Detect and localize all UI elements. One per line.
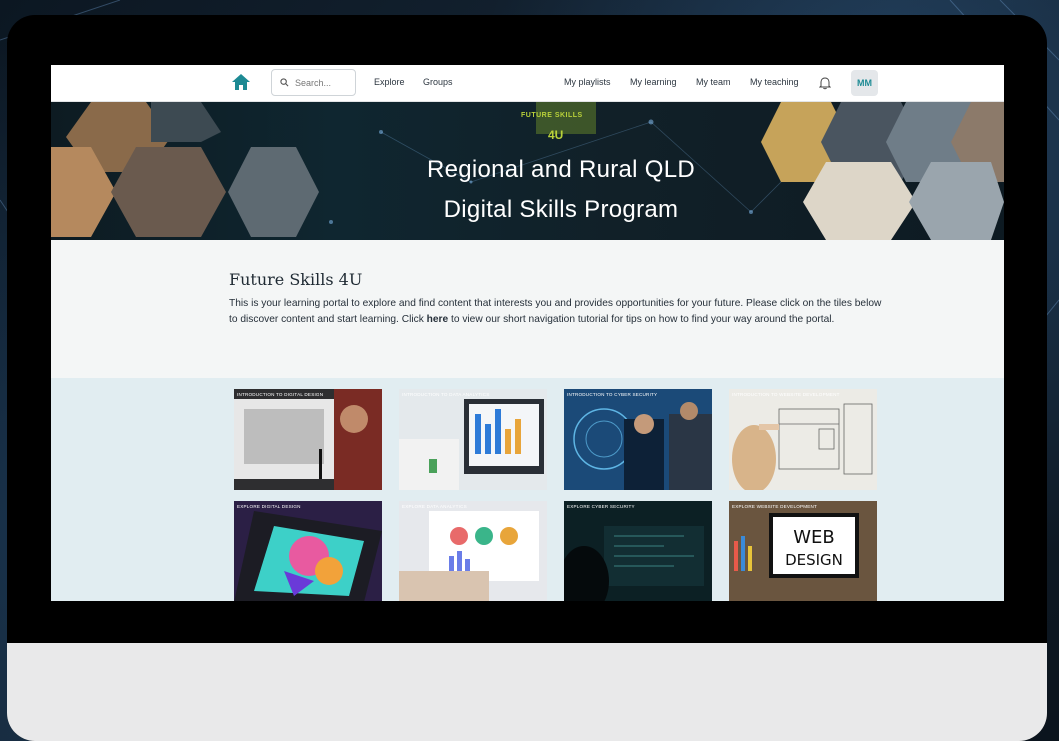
tile-label: EXPLORE WEBSITE DEVELOPMENT bbox=[732, 504, 818, 509]
tile-label: EXPLORE DIGITAL DESIGN bbox=[237, 504, 301, 509]
data-analytics-image bbox=[399, 389, 547, 490]
search-icon bbox=[280, 74, 289, 92]
intro-paragraph: This is your learning portal to explore … bbox=[229, 296, 889, 328]
explore-digital-design-image bbox=[234, 501, 382, 601]
intro-text-after: to view our short navigation tutorial fo… bbox=[448, 314, 835, 325]
tile-label: INTRODUCTION TO DATA ANALYTICS bbox=[402, 392, 490, 397]
tile-explore-digital-design[interactable]: EXPLORE DIGITAL DESIGN bbox=[234, 501, 382, 601]
intro-section: Future Skills 4U This is your learning p… bbox=[51, 240, 1004, 378]
tile-explore-data-analytics[interactable]: EXPLORE DATA ANALYTICS bbox=[399, 501, 547, 601]
program-banner: FUTURE SKILLS 4U Regional and Rural QLD … bbox=[51, 102, 1004, 240]
laptop-frame: Explore Groups My playlists My learning … bbox=[7, 15, 1047, 741]
explore-cyber-security-image bbox=[564, 501, 712, 601]
top-navigation-bar: Explore Groups My playlists My learning … bbox=[51, 65, 1004, 102]
search-box[interactable] bbox=[271, 69, 356, 96]
nav-link-my-playlists[interactable]: My playlists bbox=[564, 77, 611, 87]
future-skills-logo-text: FUTURE SKILLS bbox=[521, 112, 583, 119]
search-input[interactable] bbox=[295, 77, 351, 88]
nav-link-groups[interactable]: Groups bbox=[423, 77, 453, 87]
course-tiles-grid: INTRODUCTION TO DIGITAL DESIGN INTRODUCT… bbox=[51, 378, 1004, 601]
tile-label: EXPLORE CYBER SECURITY bbox=[567, 504, 635, 509]
portal-screen: Explore Groups My playlists My learning … bbox=[51, 65, 1004, 601]
tile-intro-cyber-security[interactable]: INTRODUCTION TO CYBER SECURITY bbox=[564, 389, 712, 490]
tile-intro-digital-design[interactable]: INTRODUCTION TO DIGITAL DESIGN bbox=[234, 389, 382, 490]
future-skills-logo-4u: 4U bbox=[548, 128, 564, 142]
banner-title-line-1: Regional and Rural QLD bbox=[426, 156, 696, 183]
cyber-security-image bbox=[564, 389, 712, 490]
nav-link-explore[interactable]: Explore bbox=[374, 77, 405, 87]
tile-label: EXPLORE DATA ANALYTICS bbox=[402, 504, 467, 509]
tile-label: INTRODUCTION TO WEBSITE DEVELOPMENT bbox=[732, 392, 840, 397]
nav-link-my-teaching[interactable]: My teaching bbox=[750, 77, 799, 87]
notification-bell-icon[interactable] bbox=[818, 76, 832, 90]
tile-explore-website-development[interactable]: WEB DESIGN EXPLORE WEBSITE DEVELOPMENT bbox=[729, 501, 877, 601]
user-avatar[interactable]: MM bbox=[851, 70, 878, 96]
tile-intro-data-analytics[interactable]: INTRODUCTION TO DATA ANALYTICS bbox=[399, 389, 547, 490]
tile-label: INTRODUCTION TO CYBER SECURITY bbox=[567, 392, 658, 397]
explore-website-development-image: WEB DESIGN bbox=[729, 501, 877, 601]
home-icon[interactable] bbox=[231, 72, 251, 92]
svg-text:DESIGN: DESIGN bbox=[785, 551, 843, 569]
explore-data-analytics-image bbox=[399, 501, 547, 601]
svg-text:WEB: WEB bbox=[793, 527, 835, 548]
tutorial-link[interactable]: here bbox=[427, 314, 449, 325]
tile-label: INTRODUCTION TO DIGITAL DESIGN bbox=[237, 392, 324, 397]
digital-design-image bbox=[234, 389, 382, 490]
laptop-base bbox=[7, 643, 1047, 741]
website-development-image bbox=[729, 389, 877, 490]
tile-intro-website-development[interactable]: INTRODUCTION TO WEBSITE DEVELOPMENT bbox=[729, 389, 877, 490]
page-title: Future Skills 4U bbox=[229, 270, 363, 289]
nav-link-my-team[interactable]: My team bbox=[696, 77, 731, 87]
banner-title-line-2: Digital Skills Program bbox=[443, 196, 679, 223]
tile-explore-cyber-security[interactable]: EXPLORE CYBER SECURITY bbox=[564, 501, 712, 601]
nav-link-my-learning[interactable]: My learning bbox=[630, 77, 677, 87]
